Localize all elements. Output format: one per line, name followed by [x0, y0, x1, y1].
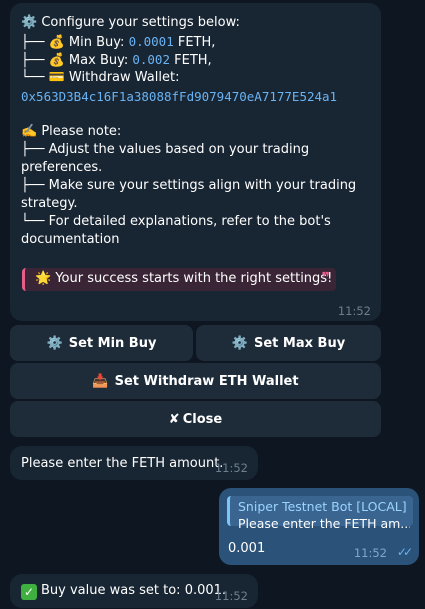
check-mark-icon: ✓ [21, 584, 37, 600]
set-withdraw-wallet-button[interactable]: 📥 Set Withdraw ETH Wallet [10, 363, 381, 399]
max-buy-unit: FETH, [170, 53, 212, 68]
config-header: ⚙️ Configure your settings below: [21, 15, 240, 30]
gear-icon: ⚙️ [46, 335, 63, 351]
gear-icon: ⚙️ [231, 335, 248, 351]
min-buy-line: ├── 💰 Min Buy: 0.0001 FETH, [21, 33, 215, 52]
wallet-address[interactable]: 0x563D3B4c16F1a38088fFd9079470eA7177E524… [21, 88, 337, 106]
note-line: ├── Adjust the values based on your trad… [21, 142, 310, 157]
max-buy-line: ├── 💰 Max Buy: 0.002 FETH, [21, 51, 212, 70]
message-text: 0.001 [228, 541, 266, 556]
withdraw-wallet-label: └── 💳 Withdraw Wallet: [21, 70, 180, 85]
bot-message: ✓ Buy value was set to: 0.001. 11:52 [10, 574, 258, 608]
message-text: Please enter the FETH amount. [21, 456, 224, 471]
note-line: ├── Make sure your settings align with y… [21, 178, 357, 193]
set-max-buy-label: Set Max Buy [254, 335, 346, 351]
note-line: preferences. [21, 160, 103, 175]
note-header: ✍️ Please note: [21, 124, 122, 139]
set-withdraw-wallet-label: Set Withdraw ETH Wallet [114, 373, 299, 389]
close-icon: ✘ [168, 411, 180, 427]
quote-icon: ❞ [321, 270, 330, 286]
set-min-buy-label: Set Min Buy [68, 335, 157, 351]
message-text: Buy value was set to: 0.001. [41, 583, 227, 598]
max-buy-label: ├── 💰 Max Buy: [21, 53, 133, 68]
reply-sender: Sniper Testnet Bot [LOCAL] [238, 499, 407, 514]
min-buy-value: 0.0001 [128, 34, 174, 49]
close-label: Close [182, 411, 223, 427]
message-time: 11:52 [214, 589, 248, 603]
message-time: 11:52 [337, 304, 371, 318]
message-time: 11:52 [353, 546, 387, 560]
quote-block: 🌟 Your success starts with the right set… [22, 268, 336, 291]
inbox-tray-icon: 📥 [92, 373, 109, 389]
reply-preview[interactable]: Sniper Testnet Bot [LOCAL] Please enter … [227, 496, 413, 531]
close-button[interactable]: ✘ Close [10, 401, 381, 437]
set-max-buy-button[interactable]: ⚙️ Set Max Buy [196, 325, 381, 361]
message-time: 11:52 [214, 461, 248, 475]
bot-message: Please enter the FETH amount. 11:52 [10, 446, 258, 480]
double-check-icon: ✓✓ [396, 545, 413, 559]
user-message: Sniper Testnet Bot [LOCAL] Please enter … [219, 488, 419, 565]
quote-text: 🌟 Your success starts with the right set… [35, 271, 333, 286]
min-buy-label: ├── 💰 Min Buy: [21, 35, 129, 50]
min-buy-unit: FETH, [173, 35, 216, 50]
reply-text: Please enter the FETH am... [238, 516, 410, 531]
note-line: └── For detailed explanations, refer to … [21, 214, 331, 229]
message-line: ✓ Buy value was set to: 0.001. [21, 582, 226, 600]
settings-message: ⚙️ Configure your settings below: ├── 💰 … [10, 3, 381, 321]
set-min-buy-button[interactable]: ⚙️ Set Min Buy [10, 325, 193, 361]
note-line: documentation [21, 232, 120, 247]
note-line: strategy. [21, 196, 78, 211]
max-buy-value: 0.002 [132, 52, 170, 67]
